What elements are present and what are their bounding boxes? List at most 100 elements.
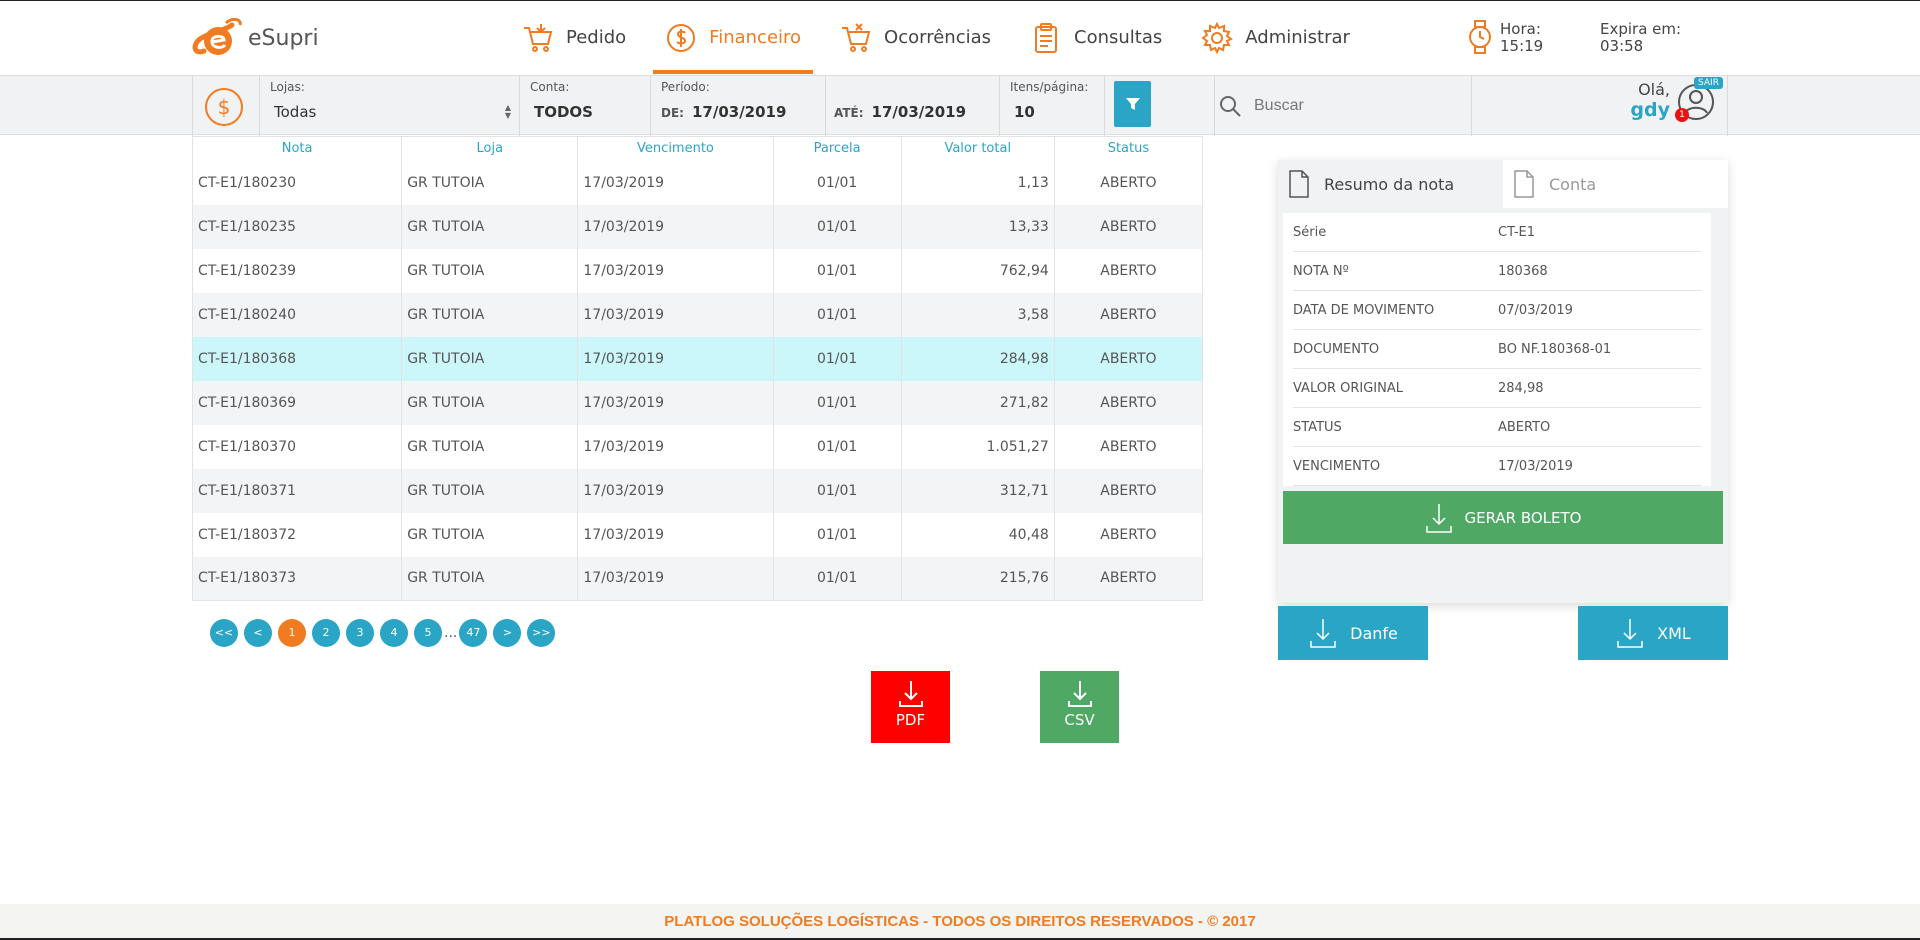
detail-row: VALOR ORIGINAL 284,98: [1293, 369, 1701, 408]
page-last-button[interactable]: >>: [527, 619, 556, 647]
page-2-button[interactable]: 2: [312, 619, 340, 647]
table-row[interactable]: CT-E1/180239 GR TUTOIA 17/03/2019 01/01 762,…: [192, 248, 1204, 293]
detail-value: 180368: [1498, 263, 1548, 279]
export-csv-button[interactable]: CSV: [1040, 671, 1119, 743]
page-4-button[interactable]: 4: [380, 619, 408, 647]
cell-status: ABERTO: [1054, 248, 1204, 293]
download-icon: [1310, 619, 1336, 648]
csv-label: CSV: [1064, 711, 1095, 729]
col-status[interactable]: Status: [1054, 136, 1204, 161]
page-3-button[interactable]: 3: [346, 619, 374, 647]
cart-icon: [524, 23, 553, 52]
page-prev-button[interactable]: <: [244, 619, 272, 647]
page-next-button[interactable]: >: [493, 619, 522, 647]
lojas-select[interactable]: Lojas: Todas ▲ ▼: [260, 76, 520, 136]
cell-parc: 01/01: [773, 424, 902, 469]
main-nav: Pedido Financeiro Ocorrências Consultas …: [510, 1, 1377, 74]
logo[interactable]: eSupri: [190, 15, 319, 61]
tab-conta[interactable]: Conta: [1503, 160, 1728, 208]
detail-key: DOCUMENTO: [1293, 341, 1380, 357]
user-greeting: Olá, gdy: [1620, 80, 1670, 121]
col-nota[interactable]: Nota: [192, 136, 403, 161]
clipboard-icon: [1035, 22, 1058, 53]
danfe-label: Danfe: [1350, 623, 1398, 643]
cell-nota: CT-E1/180371: [192, 468, 403, 513]
page-first-button[interactable]: <<: [210, 619, 238, 647]
col-loja[interactable]: Loja: [401, 136, 579, 161]
danfe-button[interactable]: Danfe: [1278, 606, 1428, 660]
watch-icon: [1469, 20, 1491, 54]
cell-valor: 312,71: [901, 468, 1055, 513]
table-row[interactable]: CT-E1/180240 GR TUTOIA 17/03/2019 01/01 3,58…: [192, 292, 1204, 337]
cell-nota: CT-E1/180372: [192, 512, 403, 557]
dollar-icon: $: [205, 88, 243, 126]
nav-label: Financeiro: [709, 27, 802, 48]
detail-value: 284,98: [1498, 380, 1544, 396]
cell-parc: 01/01: [773, 204, 902, 249]
session-clock: Hora: 15:19: [1468, 20, 1543, 55]
filter-button[interactable]: [1114, 81, 1151, 127]
nav-ocorrencias[interactable]: Ocorrências: [828, 1, 1003, 74]
col-valor-total[interactable]: Valor total: [901, 136, 1055, 161]
expira-value: 03:58: [1600, 37, 1644, 55]
export-pdf-button[interactable]: PDF: [871, 671, 950, 743]
download-icon: [1067, 681, 1092, 707]
cell-loja: GR TUTOIA: [401, 380, 579, 425]
detail-key: DATA DE MOVIMENTO: [1293, 302, 1435, 318]
select-arrows-icon[interactable]: ▲ ▼: [505, 104, 511, 120]
cell-nota: CT-E1/180369: [192, 380, 403, 425]
detail-key: STATUS: [1293, 419, 1342, 435]
page-5-button[interactable]: 5: [414, 619, 442, 647]
cell-parc: 01/01: [773, 160, 902, 205]
col-parcela[interactable]: Parcela: [773, 136, 902, 161]
table-row[interactable]: CT-E1/180369 GR TUTOIA 17/03/2019 01/01 271,…: [192, 380, 1204, 425]
cell-valor: 1,13: [901, 160, 1055, 205]
cell-parc: 01/01: [773, 556, 902, 601]
cell-parc: 01/01: [773, 292, 902, 337]
notas-table: Nota Loja Vencimento Parcela Valor total…: [192, 136, 1204, 601]
table-row[interactable]: CT-E1/180368 GR TUTOIA 17/03/2019 01/01 284,…: [192, 336, 1204, 381]
pagination: << < 1 2 3 4 5 ... 47 > >>: [210, 619, 561, 647]
page-47-button[interactable]: 47: [459, 619, 488, 647]
table-row[interactable]: CT-E1/180230 GR TUTOIA 17/03/2019 01/01 1,13…: [192, 160, 1204, 205]
cell-valor: 3,58: [901, 292, 1055, 337]
detail-row: DATA DE MOVIMENTO 07/03/2019: [1293, 291, 1701, 330]
xml-button[interactable]: XML: [1578, 606, 1728, 660]
session-expira: Expira em: 03:58: [1600, 21, 1681, 55]
page-1-button[interactable]: 1: [278, 619, 306, 647]
nav-administrar[interactable]: Administrar: [1189, 1, 1362, 74]
nav-consultas[interactable]: Consultas: [1018, 1, 1174, 74]
periodo-ate-field[interactable]: ATÉ: 17/03/2019: [826, 76, 1000, 136]
table-row[interactable]: CT-E1/180235 GR TUTOIA 17/03/2019 01/01 13,3…: [192, 204, 1204, 249]
cell-venc: 17/03/2019: [577, 380, 774, 425]
search-icon: [1220, 96, 1241, 117]
conta-select[interactable]: Conta: TODOS: [520, 76, 651, 136]
cell-status: ABERTO: [1054, 468, 1204, 513]
download-icon: [898, 681, 923, 707]
cell-nota: CT-E1/180239: [192, 248, 403, 293]
nav-pedido[interactable]: Pedido: [510, 1, 638, 74]
detail-value: CT-E1: [1498, 224, 1536, 240]
detail-value: 17/03/2019: [1498, 458, 1573, 474]
cell-status: ABERTO: [1054, 424, 1204, 469]
table-row[interactable]: CT-E1/180372 GR TUTOIA 17/03/2019 01/01 40,4…: [192, 512, 1204, 557]
tab-resumo-nota[interactable]: Resumo da nota: [1278, 160, 1503, 208]
gerar-boleto-button[interactable]: GERAR BOLETO: [1283, 491, 1723, 544]
itens-pagina-field[interactable]: Itens/página: 10: [1000, 76, 1105, 136]
cell-venc: 17/03/2019: [577, 160, 774, 205]
notification-badge[interactable]: 1: [1675, 108, 1689, 122]
cell-valor: 40,48: [901, 512, 1055, 557]
search-input[interactable]: [1254, 97, 1454, 115]
lojas-label: Lojas:: [270, 80, 305, 94]
periodo-de-field[interactable]: Período: DE: 17/03/2019: [651, 76, 826, 136]
cell-parc: 01/01: [773, 512, 902, 557]
col-vencimento[interactable]: Vencimento: [577, 136, 774, 161]
table-row[interactable]: CT-E1/180370 GR TUTOIA 17/03/2019 01/01 1.05…: [192, 424, 1204, 469]
nav-financeiro[interactable]: Financeiro: [653, 1, 813, 74]
panel-tabs: Resumo da nota Conta: [1278, 160, 1728, 208]
table-row[interactable]: CT-E1/180371 GR TUTOIA 17/03/2019 01/01 312,…: [192, 468, 1204, 513]
table-row[interactable]: CT-E1/180373 GR TUTOIA 17/03/2019 01/01 215,…: [192, 556, 1204, 601]
de-value: 17/03/2019: [691, 103, 787, 121]
logout-button[interactable]: SAIR: [1694, 77, 1723, 89]
detail-row: Série CT-E1: [1293, 213, 1701, 252]
